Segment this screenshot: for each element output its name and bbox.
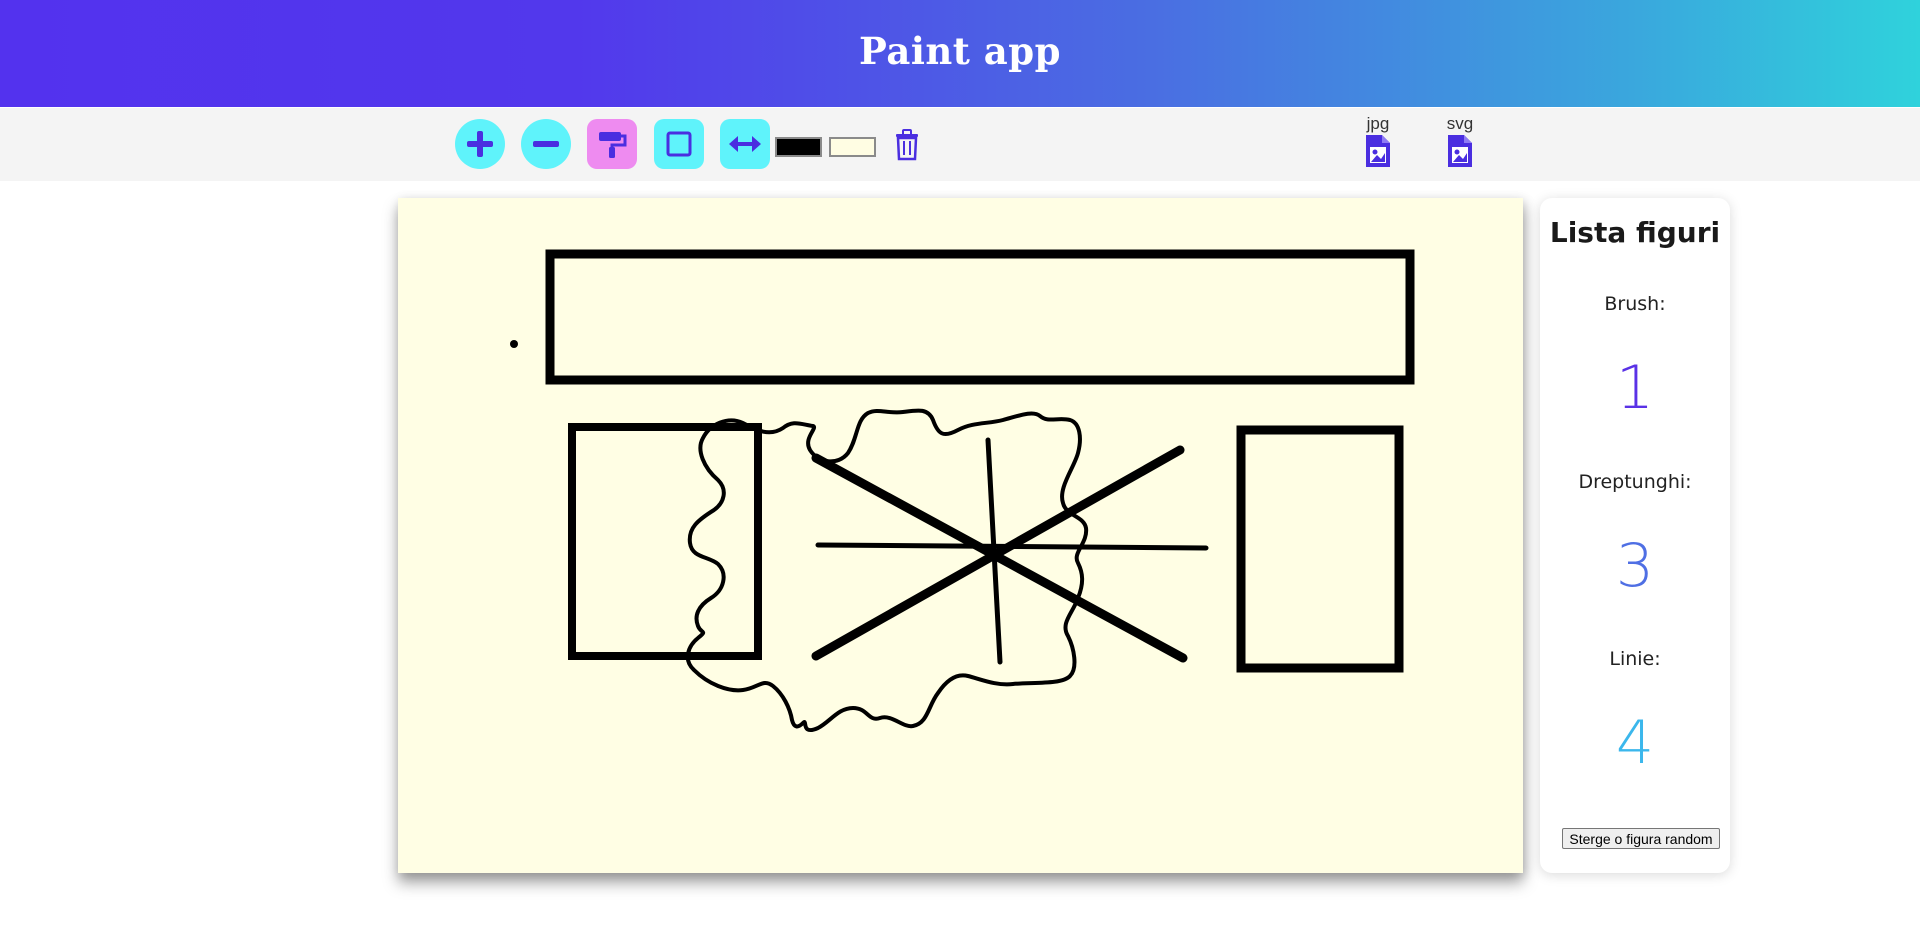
horizontal-arrows-icon <box>729 136 761 152</box>
brush-tool-button[interactable] <box>587 119 637 169</box>
brush-count-label: Brush: <box>1604 293 1666 315</box>
app-header: Paint app <box>0 0 1920 107</box>
rectangle-tool-button[interactable] <box>654 119 704 169</box>
trash-icon <box>896 129 918 161</box>
rectangle-count: 3 <box>1615 531 1655 601</box>
delete-random-shape-button[interactable]: Sterge o figura random <box>1562 828 1720 849</box>
remove-button[interactable] <box>521 119 571 169</box>
plus-icon <box>467 131 493 157</box>
file-image-icon <box>1366 135 1390 167</box>
panel-title: Lista figuri <box>1549 216 1721 249</box>
brush-count: 1 <box>1615 353 1655 423</box>
export-jpg-button[interactable]: jpg <box>1353 115 1403 175</box>
line-shape <box>815 542 1209 551</box>
export-svg-label: svg <box>1446 114 1474 133</box>
rectangle-shape <box>568 423 762 660</box>
rectangle-shape <box>1236 425 1404 673</box>
line-count-label: Linie: <box>1609 648 1661 670</box>
rectangle-shape <box>545 249 1415 385</box>
add-button[interactable] <box>455 119 505 169</box>
line-tool-button[interactable] <box>720 119 770 169</box>
square-icon <box>666 131 692 157</box>
fill-color-picker[interactable] <box>829 137 876 157</box>
paint-roller-icon <box>599 132 627 158</box>
brush-dot <box>510 340 518 348</box>
export-svg-button[interactable]: svg <box>1435 115 1485 175</box>
stroke-color-picker[interactable] <box>775 137 822 157</box>
line-count: 4 <box>1615 708 1655 778</box>
file-image-icon <box>1448 135 1472 167</box>
toolbar <box>0 108 1920 181</box>
shapes-list-panel: Lista figuri Brush: 1 Dreptunghi: 3 Lini… <box>1540 198 1730 873</box>
export-jpg-label: jpg <box>1366 114 1390 133</box>
rectangle-count-label: Dreptunghi: <box>1578 471 1692 493</box>
app-title: Paint app <box>859 29 1061 73</box>
delete-button[interactable] <box>893 129 921 161</box>
drawing-canvas[interactable] <box>398 198 1523 873</box>
minus-icon <box>533 141 559 147</box>
